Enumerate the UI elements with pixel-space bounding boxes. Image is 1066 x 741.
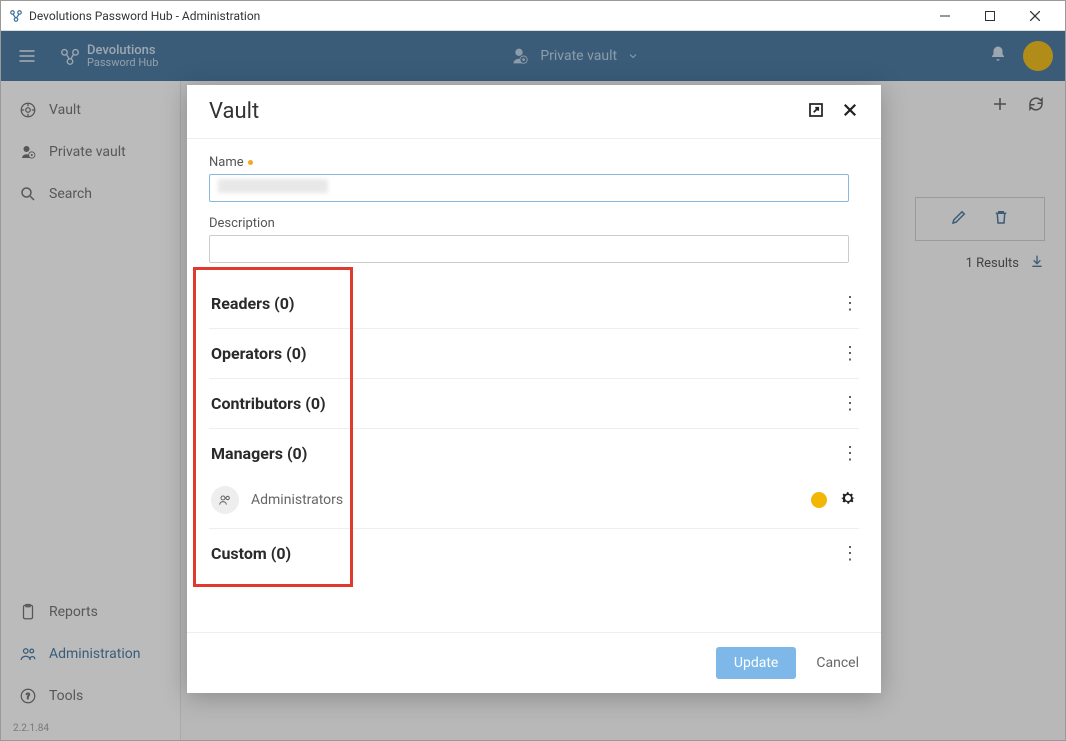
role-operators-menu[interactable]: ⋮ [841, 343, 857, 364]
vault-modal: Vault Name Description Readers (0) ⋮ [187, 85, 881, 693]
name-label: Name [209, 155, 859, 170]
close-window-button[interactable] [1012, 1, 1057, 31]
role-operators-title: Operators (0) [211, 344, 307, 363]
maximize-button[interactable] [967, 1, 1012, 31]
minimize-button[interactable] [922, 1, 967, 31]
role-member-row: Administrators [209, 478, 859, 528]
group-icon [211, 486, 239, 514]
member-badge [811, 492, 827, 508]
window-controls [922, 1, 1057, 31]
member-settings-button[interactable] [839, 489, 857, 511]
window-title: Devolutions Password Hub - Administratio… [29, 9, 922, 23]
role-managers-title: Managers (0) [211, 444, 307, 463]
name-input[interactable] [209, 174, 849, 202]
modal-title: Vault [209, 99, 259, 124]
required-indicator [248, 160, 253, 165]
cancel-button[interactable]: Cancel [816, 655, 859, 671]
update-button[interactable]: Update [716, 647, 796, 679]
role-readers-menu[interactable]: ⋮ [841, 293, 857, 314]
app-icon [9, 9, 23, 23]
role-contributors-title: Contributors (0) [211, 394, 326, 413]
close-modal-button[interactable] [841, 101, 859, 123]
description-input[interactable] [209, 235, 849, 263]
window-titlebar: Devolutions Password Hub - Administratio… [1, 1, 1065, 31]
role-contributors-menu[interactable]: ⋮ [841, 393, 857, 414]
role-member-name: Administrators [251, 492, 343, 508]
role-readers-title: Readers (0) [211, 294, 295, 313]
role-managers-menu[interactable]: ⋮ [841, 443, 857, 464]
role-custom-title: Custom (0) [211, 544, 291, 563]
role-custom-menu[interactable]: ⋮ [841, 543, 857, 564]
description-label: Description [209, 216, 859, 231]
popout-button[interactable] [807, 101, 825, 123]
